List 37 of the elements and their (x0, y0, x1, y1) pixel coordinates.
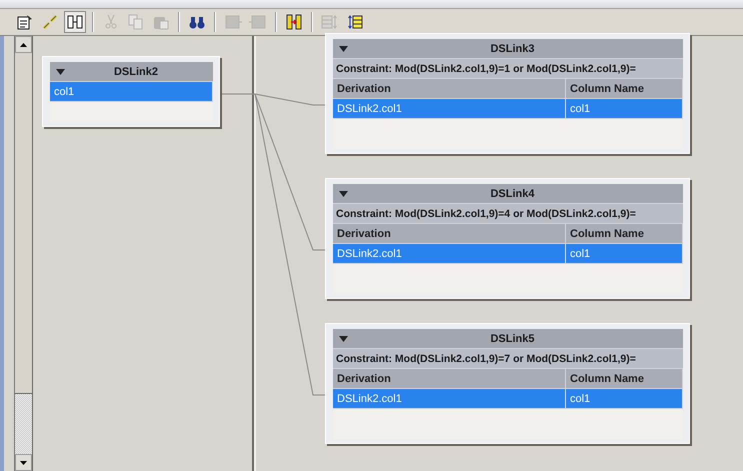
collapse-icon[interactable] (339, 336, 348, 342)
chain-icon (41, 13, 59, 31)
link-name: DSLink2 (112, 66, 159, 78)
scrollbar-thumb[interactable] (15, 53, 32, 394)
collapse-icon[interactable] (339, 46, 348, 52)
constraint-text: Constraint: Mod(DSLink2.col1,9)=1 or Mod(DSLink2.col1,9)= (333, 58, 683, 78)
down-arrow-icon (20, 460, 27, 464)
link-name: DSLink5 (489, 332, 536, 344)
up-arrow-icon (20, 42, 27, 46)
constraint-text: Constraint: Mod(DSLink2.col1,9)=4 or Mod(DSLink2.col1,9)= (333, 203, 683, 223)
collapse-icon[interactable] (56, 68, 65, 74)
column-header[interactable]: Column Name (566, 224, 683, 243)
columns-icon (66, 13, 84, 31)
copy-icon (127, 13, 145, 31)
vertical-scrollbar[interactable] (14, 36, 33, 471)
scroll-up-button[interactable] (15, 36, 32, 53)
rows-arrows-icon (346, 13, 364, 31)
derivation-row[interactable]: DSLink2.col1 col1 (333, 388, 683, 408)
derivation-row[interactable]: DSLink2.col1 col1 (333, 98, 683, 118)
column-header[interactable]: Column Name (566, 79, 683, 98)
collapse-icon[interactable] (339, 190, 348, 196)
column-header[interactable]: Derivation (333, 224, 566, 243)
column-header[interactable]: Derivation (333, 369, 566, 388)
column-row[interactable]: col1 (50, 81, 213, 101)
grid-icon (224, 13, 242, 31)
link-name: DSLink3 (489, 42, 536, 54)
derivation-row[interactable]: DSLink2.col1 col1 (333, 243, 683, 263)
table-arrows-icon (321, 13, 339, 31)
columns-arrow-icon (285, 13, 303, 31)
toolbar-button[interactable] (64, 11, 86, 33)
scroll-down-button[interactable] (15, 454, 32, 471)
grid-icon (249, 13, 267, 31)
column-header[interactable]: Column Name (566, 369, 683, 388)
constraint-text: Constraint: Mod(DSLink2.col1,9)=7 or Mod(DSLink2.col1,9)= (333, 348, 683, 368)
link-name: DSLink4 (489, 188, 536, 200)
properties-icon (16, 13, 34, 31)
column-header[interactable]: Derivation (333, 79, 566, 98)
